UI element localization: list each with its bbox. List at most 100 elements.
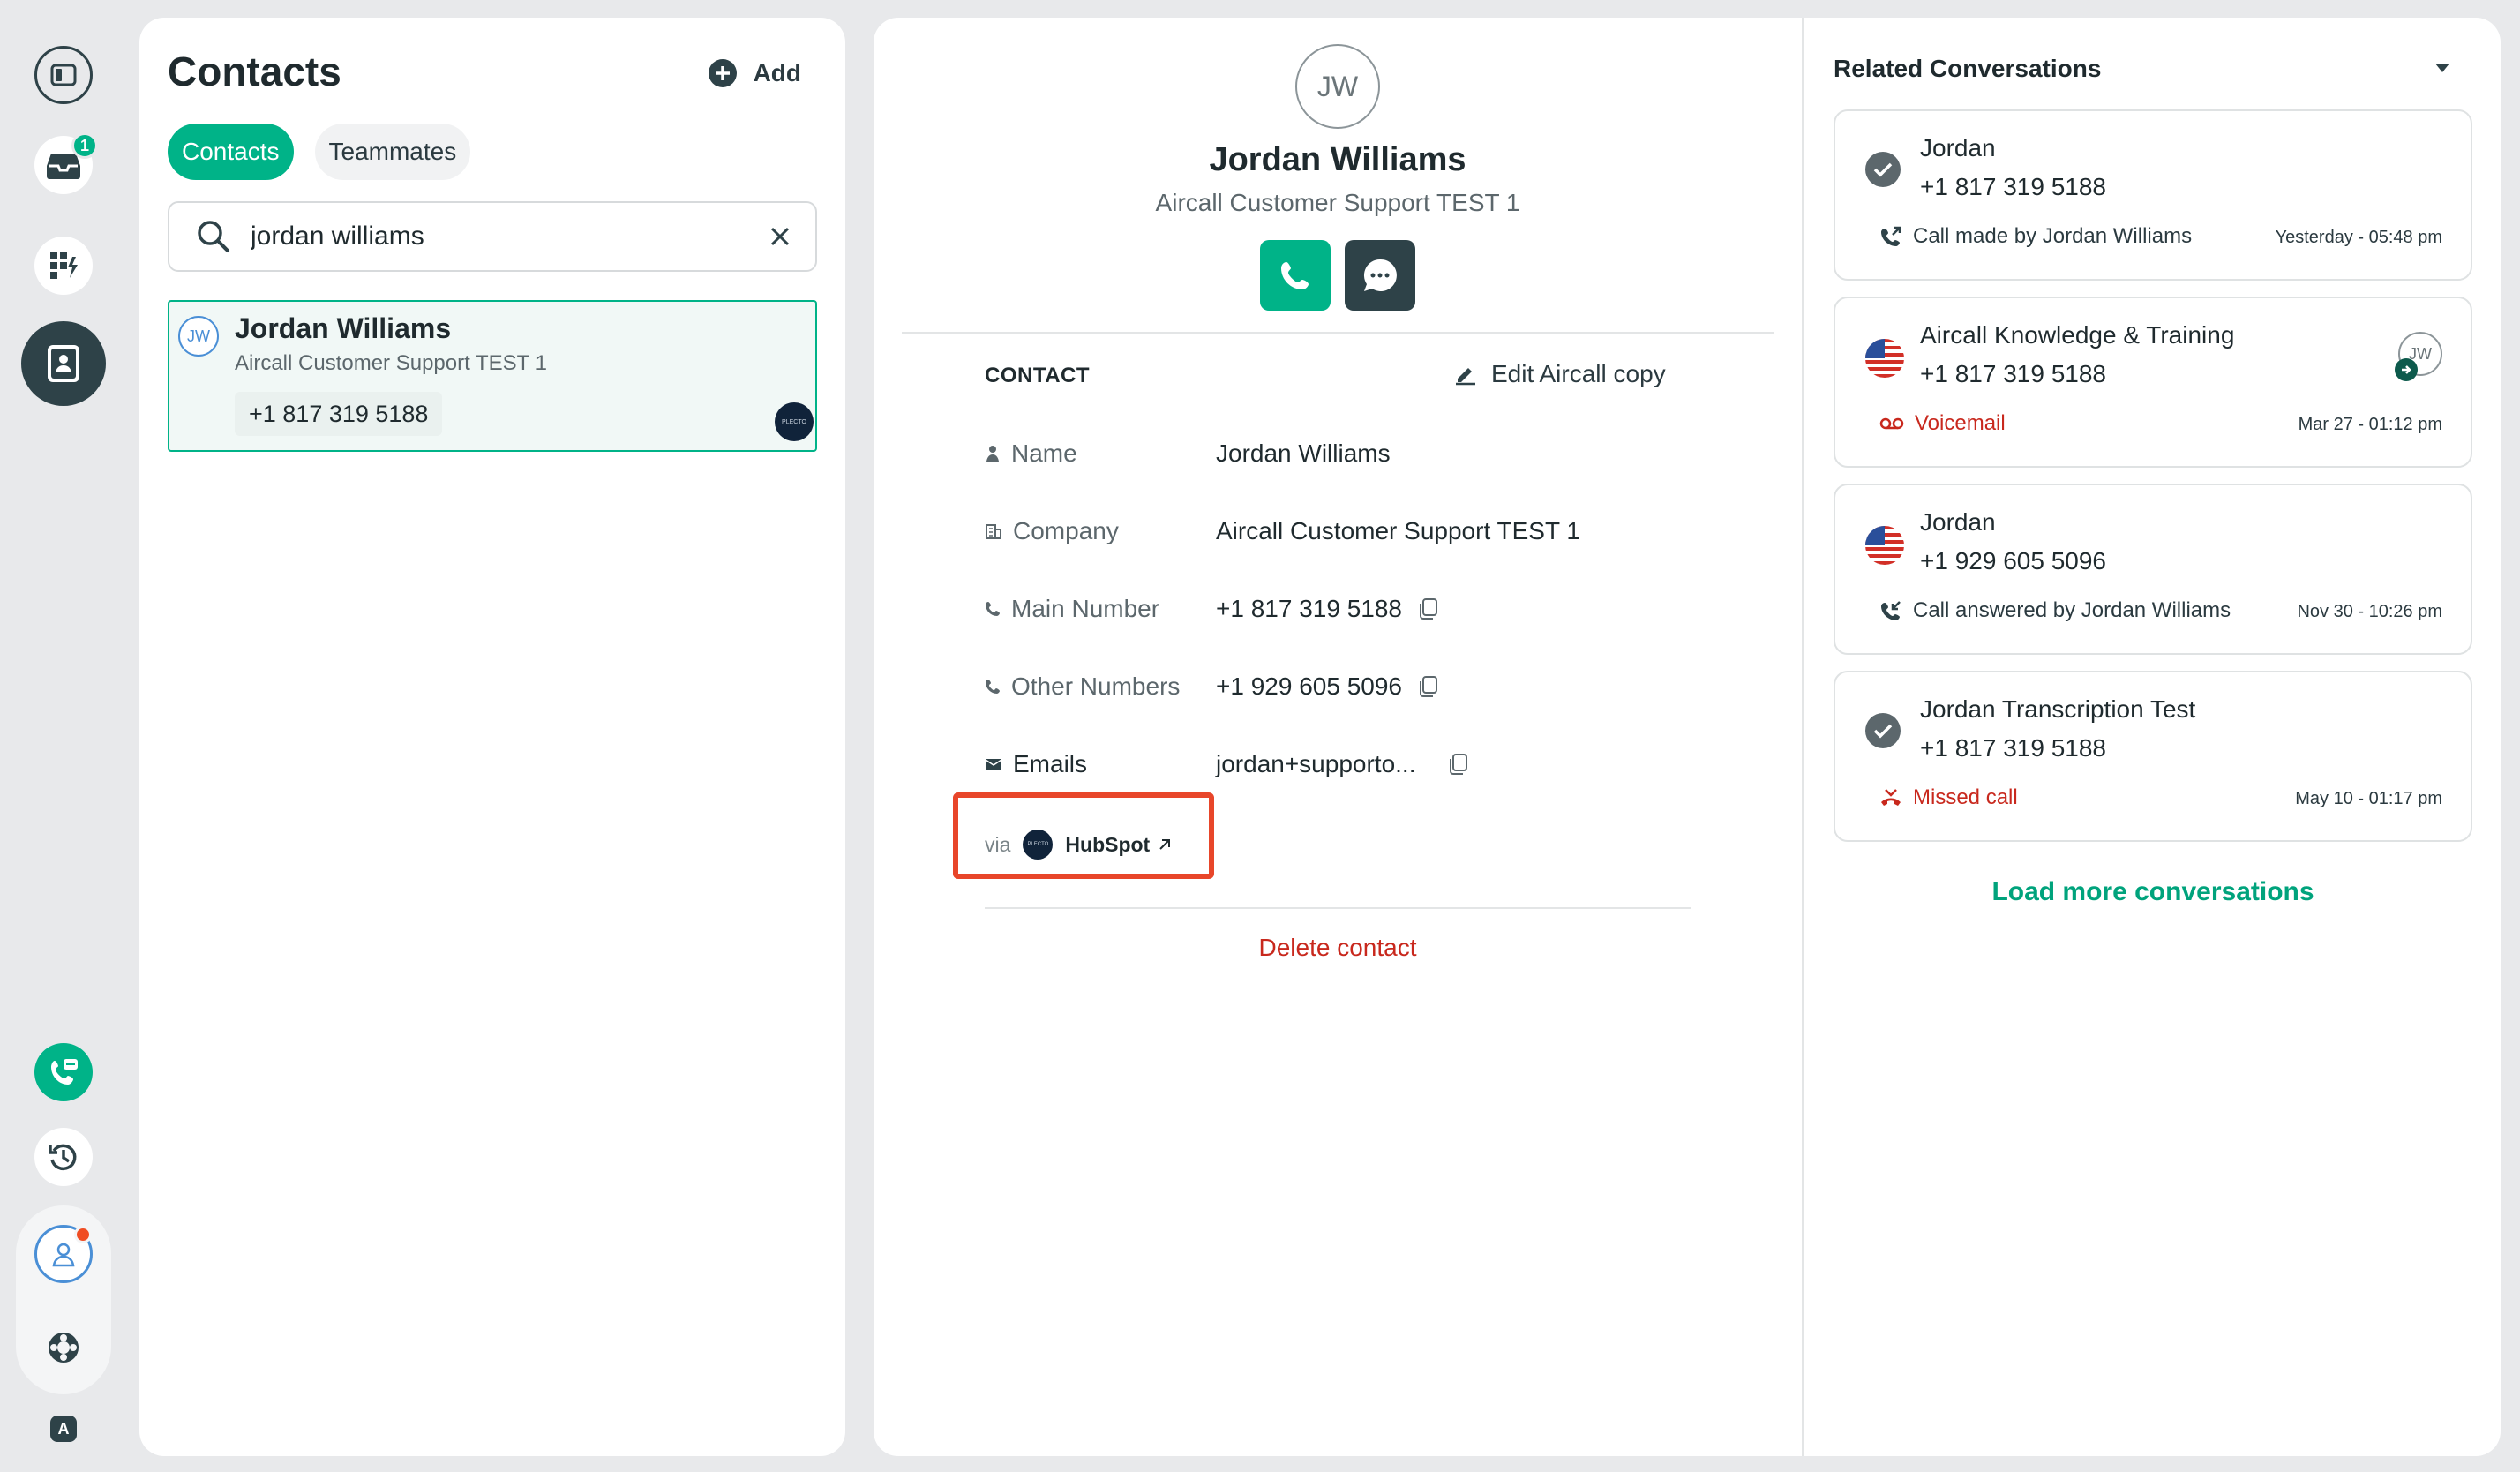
contact-detail-company: Aircall Customer Support TEST 1 [1155, 189, 1520, 216]
emails-field-value: jordan+supporto... [1216, 750, 1469, 778]
load-more-conversations-button[interactable]: Load more conversations [1834, 877, 2472, 907]
toggle-sidebar-button[interactable] [34, 46, 93, 104]
contact-details-panel: JW Jordan Williams Aircall Customer Supp… [874, 18, 2501, 1456]
contact-detail-name: Jordan Williams [1209, 141, 1466, 178]
divider [902, 332, 1774, 334]
conversation-phone: +1 817 319 5188 [1920, 734, 2106, 762]
divider [985, 907, 1691, 909]
contact-phone: +1 817 319 5188 [235, 392, 443, 436]
call-button[interactable] [1260, 240, 1331, 311]
pencil-icon [1454, 363, 1477, 386]
message-button[interactable] [1345, 240, 1415, 311]
contact-avatar-large: JW [1295, 44, 1380, 129]
tab-contacts[interactable]: Contacts [168, 124, 294, 180]
integration-logo: PLECTO [1023, 830, 1054, 860]
company-field-value: Aircall Customer Support TEST 1 [1216, 517, 1580, 544]
phone-icon [1279, 259, 1311, 291]
conversation-phone: +1 929 605 5096 [1920, 547, 2106, 575]
main-number-field-label: Main Number [985, 595, 1159, 623]
conversation-title: Jordan Transcription Test [1920, 695, 2196, 723]
search-icon [196, 219, 231, 254]
incoming-call-icon [1879, 599, 1902, 622]
conversation-status: Missed call [1879, 785, 2018, 810]
copy-icon[interactable] [1418, 597, 1439, 620]
conversation-card[interactable]: Jordan Transcription Test +1 817 319 518… [1834, 671, 2472, 842]
conversation-status: Call made by Jordan Williams [1879, 224, 2192, 249]
left-rail: 1 A [0, 0, 127, 1472]
inbox-button[interactable]: 1 [34, 132, 98, 194]
company-field-label: Company [985, 517, 1119, 545]
via-prefix: via [985, 832, 1011, 856]
conversation-title: Aircall Knowledge & Training [1920, 321, 2235, 349]
edit-label: Edit Aircall copy [1491, 360, 1666, 387]
integration-source: via PLECTO HubSpot [985, 830, 1173, 860]
conversation-title: Jordan [1920, 134, 1996, 161]
other-numbers-field-value: +1 929 605 5096 [1216, 672, 1439, 701]
logo-letter: A [57, 1419, 70, 1438]
check-circle-icon [1864, 711, 1902, 750]
sidebar-icon [50, 64, 77, 86]
chat-bubble-icon [1361, 256, 1399, 295]
conversation-phone: +1 817 319 5188 [1920, 173, 2106, 200]
phone-chat-icon [47, 1055, 80, 1089]
search-box [168, 201, 817, 272]
contact-company: Aircall Customer Support TEST 1 [235, 351, 547, 375]
assignee-avatar: JW [2395, 332, 2442, 381]
phone-app-button[interactable] [34, 1043, 93, 1101]
plus-circle-icon [708, 58, 738, 88]
copy-icon[interactable] [1418, 675, 1439, 698]
copy-icon[interactable] [1448, 753, 1469, 776]
hubspot-link[interactable]: HubSpot [1065, 833, 1173, 857]
conversation-card[interactable]: Jordan +1 929 605 5096 Call answered by … [1834, 484, 2472, 655]
clear-search-icon[interactable] [769, 226, 791, 247]
contacts-nav-button[interactable] [21, 321, 106, 406]
contacts-book-icon [44, 342, 83, 385]
search-input[interactable] [251, 222, 769, 252]
check-circle-icon [1864, 150, 1902, 189]
help-button[interactable] [34, 1318, 93, 1377]
tab-teammates[interactable]: Teammates [314, 124, 471, 180]
outgoing-call-icon [1879, 225, 1902, 248]
panel-separator [1802, 18, 1804, 1456]
related-conversations-title: Related Conversations [1834, 55, 2102, 82]
external-link-icon [1157, 837, 1173, 852]
building-icon [985, 522, 1002, 540]
conversation-card[interactable]: Jordan +1 817 319 5188 Call made by Jord… [1834, 109, 2472, 281]
user-status-button[interactable] [34, 1225, 93, 1283]
main-number-field-value: +1 817 319 5188 [1216, 595, 1439, 623]
name-field-value: Jordan Williams [1216, 439, 1391, 467]
voicemail-icon [1879, 417, 1904, 431]
contacts-tabs: Contacts Teammates [168, 124, 471, 180]
conversation-status: Voicemail [1879, 411, 2006, 436]
edit-aircall-copy-button[interactable]: Edit Aircall copy [1454, 360, 1666, 388]
forward-arrow-icon [2395, 358, 2418, 381]
lifebuoy-icon [46, 1330, 81, 1365]
contact-name: Jordan Williams [235, 312, 452, 344]
conversation-time: Nov 30 - 10:26 pm [2297, 602, 2442, 621]
source-logo: PLECTO [775, 402, 814, 441]
delete-contact-button[interactable]: Delete contact [874, 934, 1802, 962]
history-button[interactable] [34, 1128, 93, 1186]
conversation-time: Yesterday - 05:48 pm [2275, 228, 2442, 247]
contact-section-label: CONTACT [985, 364, 1091, 387]
page-title: Contacts [168, 49, 341, 94]
add-label: Add [753, 59, 801, 86]
phone-small-icon [985, 679, 1001, 695]
contacts-panel: Contacts Add Contacts Teammates JW Jorda… [139, 18, 845, 1456]
conversation-card[interactable]: Aircall Knowledge & Training +1 817 319 … [1834, 297, 2472, 468]
contact-avatar: JW [178, 316, 219, 357]
conversation-time: May 10 - 01:17 pm [2295, 789, 2442, 808]
apps-grid-icon [48, 250, 79, 282]
us-flag-icon [1864, 524, 1906, 567]
add-contact-button[interactable]: Add [708, 58, 801, 88]
missed-call-icon [1879, 786, 1902, 809]
dialer-apps-button[interactable] [34, 237, 93, 295]
conversation-time: Mar 27 - 01:12 pm [2298, 415, 2442, 434]
history-icon [47, 1140, 80, 1174]
aircall-logo: A [50, 1416, 77, 1442]
caret-down-icon[interactable] [2434, 62, 2451, 74]
user-avatar-icon [49, 1239, 79, 1269]
contact-result-item[interactable]: JW Jordan Williams Aircall Customer Supp… [168, 300, 817, 452]
conversation-status: Call answered by Jordan Williams [1879, 598, 2231, 623]
other-numbers-field-label: Other Numbers [985, 672, 1180, 701]
